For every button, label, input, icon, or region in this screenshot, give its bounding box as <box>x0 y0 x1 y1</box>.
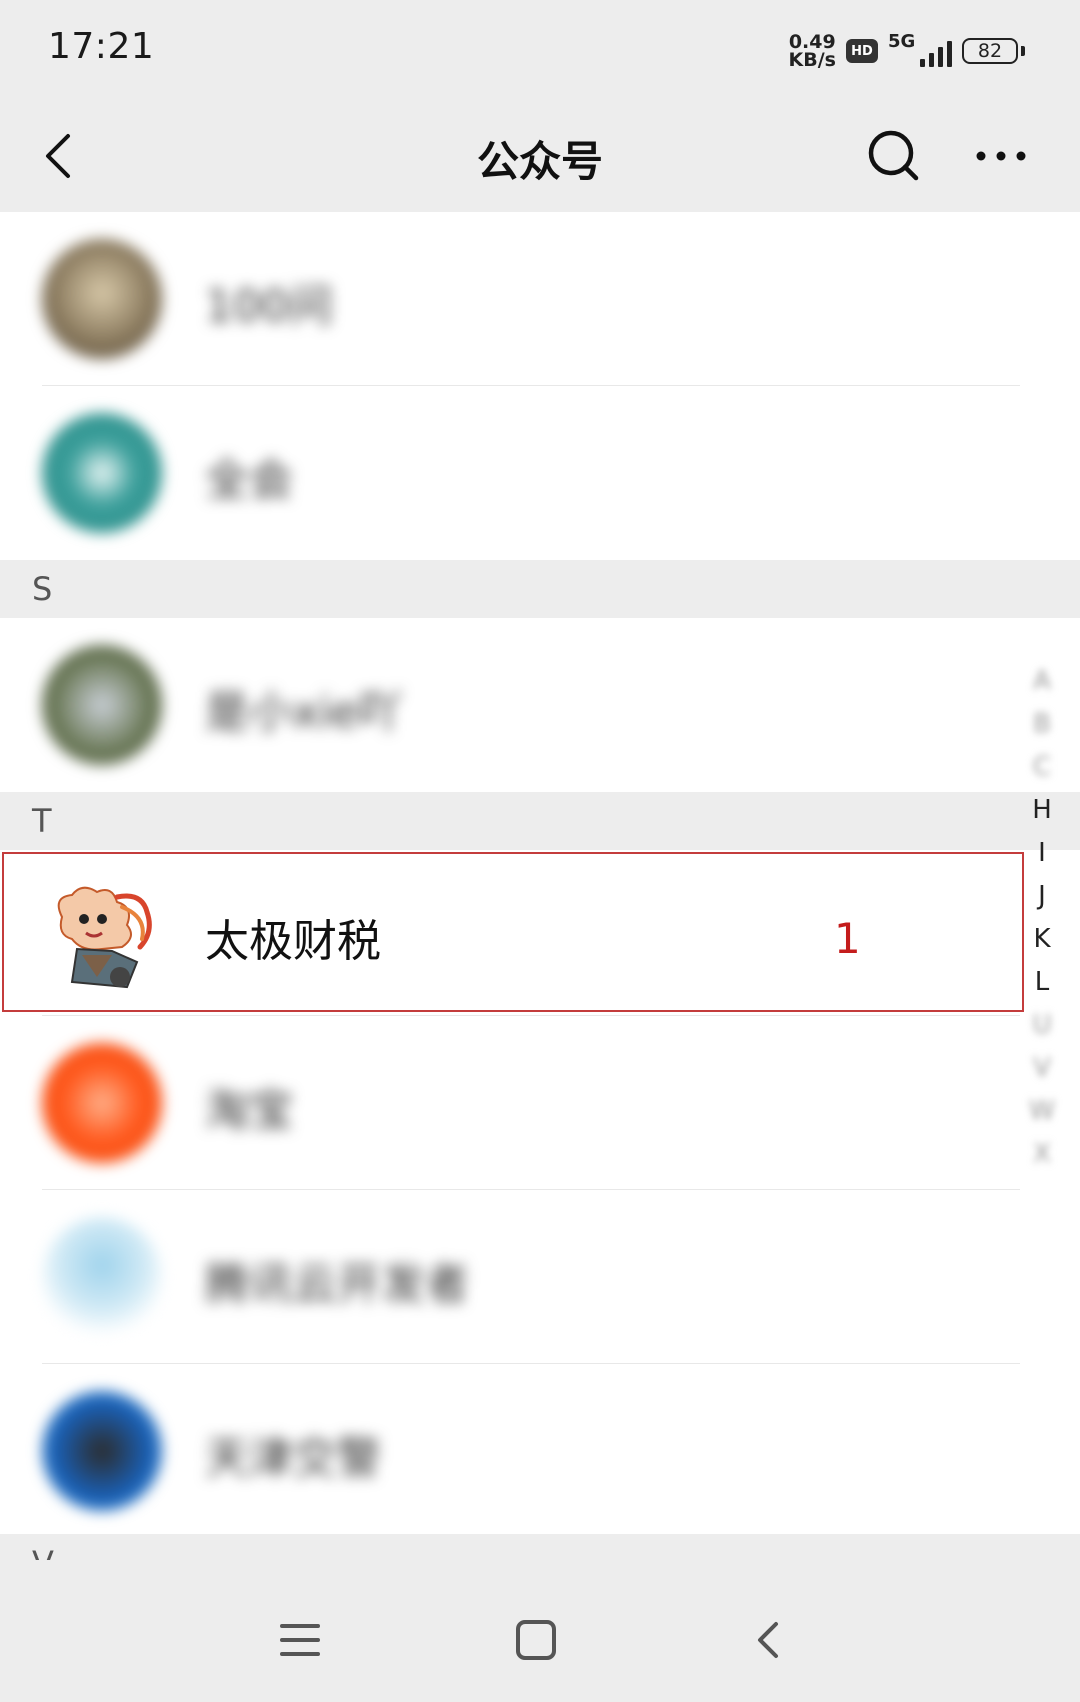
account-name: 全会 <box>205 455 293 506</box>
list-item[interactable]: 全会 <box>0 386 1080 560</box>
network-type-label: 5G <box>888 31 916 52</box>
avatar <box>42 1217 162 1337</box>
list-item[interactable]: 是小xie吖 <box>0 618 1080 792</box>
section-header-t: T <box>0 792 1080 850</box>
index-letter[interactable]: X <box>1033 1133 1051 1176</box>
index-letter[interactable]: K <box>1033 918 1050 961</box>
official-accounts-list: 100问 全会 S 是小xie吖 T 太极财税 1 淘宝 腾讯云开发者 天津交警 <box>0 212 1080 1538</box>
hd-badge: HD <box>846 39 878 63</box>
list-item-highlighted[interactable]: 太极财税 1 <box>0 850 1080 1016</box>
index-letter[interactable]: C <box>1033 746 1051 789</box>
list-item[interactable]: 淘宝 <box>0 1016 1080 1190</box>
avatar <box>42 1043 162 1163</box>
avatar <box>42 1391 162 1511</box>
status-icons: 0.49 KB/s HD 5G 82 <box>788 28 1025 74</box>
account-name: 太极财税 <box>205 916 381 967</box>
search-icon[interactable] <box>864 126 924 186</box>
annotation-number: 1 <box>834 914 861 963</box>
list-item[interactable]: 100问 <box>0 212 1080 386</box>
screen: 17:21 0.49 KB/s HD 5G 82 公众号 100问 全会 S 是… <box>0 0 1080 1702</box>
index-letter[interactable]: L <box>1035 961 1050 1004</box>
index-letter[interactable]: J <box>1038 875 1046 918</box>
network-speed-unit: KB/s <box>788 49 836 71</box>
home-square-icon[interactable] <box>506 1610 566 1670</box>
avatar <box>42 413 162 533</box>
section-header-s: S <box>0 560 1080 618</box>
index-letter[interactable]: B <box>1033 703 1051 746</box>
index-letter[interactable]: I <box>1038 832 1046 875</box>
index-letter[interactable]: U <box>1032 1004 1051 1047</box>
account-name: 天津交警 <box>205 1433 381 1484</box>
signal-bars-icon <box>920 41 952 67</box>
battery-level: 82 <box>977 40 1003 62</box>
network-speed: 0.49 KB/s <box>788 33 836 71</box>
account-name: 100问 <box>205 281 333 332</box>
status-bar: 17:21 0.49 KB/s HD 5G 82 <box>0 0 1080 100</box>
list-item[interactable]: 天津交警 <box>0 1364 1080 1538</box>
signal-icon: 5G <box>888 31 952 71</box>
index-letter[interactable]: A <box>1033 660 1051 703</box>
section-letter: S <box>32 570 53 608</box>
index-letter[interactable]: W <box>1029 1090 1055 1133</box>
status-time: 17:21 <box>48 26 155 67</box>
alphabet-index-bar[interactable]: A B C H I J K L U V W X <box>1020 660 1064 1176</box>
account-name: 腾讯云开发者 <box>205 1259 469 1310</box>
avatar <box>42 239 162 359</box>
list-item[interactable]: 腾讯云开发者 <box>0 1190 1080 1364</box>
back-arrow-icon[interactable] <box>740 1610 800 1670</box>
account-name: 是小xie吖 <box>205 687 403 738</box>
more-dots-icon[interactable] <box>966 126 1036 186</box>
index-letter[interactable]: V <box>1033 1047 1051 1090</box>
battery-icon: 82 <box>962 38 1025 64</box>
index-letter[interactable]: H <box>1032 789 1052 832</box>
section-letter: T <box>32 802 52 840</box>
nav-bar: 公众号 <box>0 100 1080 212</box>
menu-icon[interactable] <box>270 1610 330 1670</box>
avatar <box>42 645 162 765</box>
account-name: 淘宝 <box>205 1085 293 1136</box>
dragon-avatar-icon <box>42 877 162 997</box>
system-nav-bar <box>0 1560 1080 1702</box>
